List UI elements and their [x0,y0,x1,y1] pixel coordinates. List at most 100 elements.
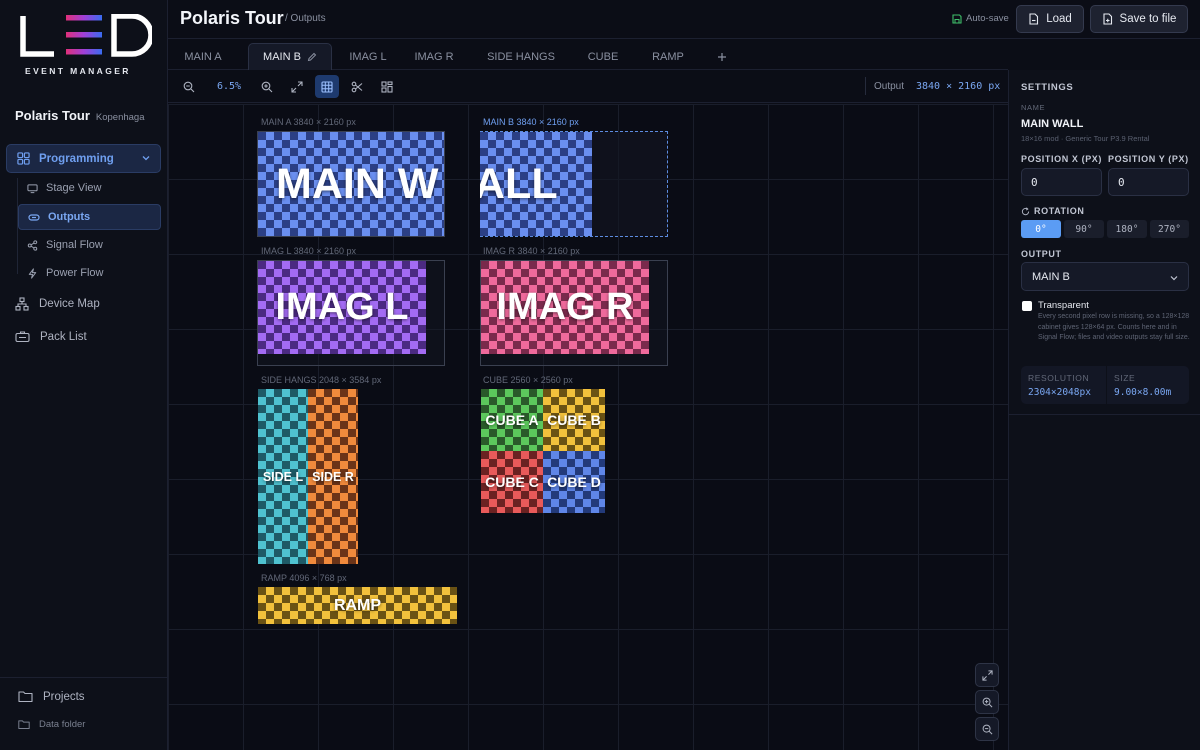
rotation-90-button[interactable]: 90° [1064,220,1104,238]
fit-view-button[interactable] [975,663,999,687]
rotation-270-button[interactable]: 270° [1150,220,1189,238]
breadcrumb: / Outputs [285,13,326,24]
share-icon [27,239,38,251]
signal-flow-label: Signal Flow [46,239,103,251]
zoom-in-button[interactable] [255,75,279,98]
slot-label-cube: CUBE 2560 × 2560 px [483,375,573,385]
slot-label-main-a: MAIN A 3840 × 2160 px [261,117,356,127]
network-icon [15,297,29,311]
outputs-label: Outputs [48,211,91,223]
output-canvas[interactable]: MAIN A 3840 × 2160 px MAIN B 3840 × 2160… [168,104,1008,750]
screen-cube-c[interactable]: CUBE C [481,451,543,513]
slot-label-imag-l: IMAG L 3840 × 2160 px [261,246,356,256]
sidebar-item-signal-flow[interactable]: Signal Flow [18,232,161,258]
screen-main-wall-left[interactable]: MAIN W [258,132,444,236]
logo-subtitle: EVENT MANAGER [25,66,131,76]
screen-label: IMAG R [496,286,634,328]
canvas-zoom-out-button[interactable] [975,717,999,741]
tab-side-hangs[interactable]: SIDE HANGS [472,43,570,70]
screen-label: MAIN W [276,159,439,208]
project-location: Kopenhaga [95,112,145,123]
sidebar-item-power-flow[interactable]: Power Flow [18,260,161,286]
slot-label-imag-r: IMAG R 3840 × 2160 px [483,246,580,256]
rotation-heading: ROTATION [1021,206,1084,216]
programming-label: Programming [39,152,114,165]
stats-divider [1106,366,1107,404]
slot-label-main-b: MAIN B 3840 × 2160 px [483,117,579,127]
load-button[interactable]: Load [1016,5,1084,33]
cut-tool-button[interactable] [345,75,369,98]
power-flow-label: Power Flow [46,267,104,279]
rotation-180-button[interactable]: 180° [1107,220,1147,238]
screen-imag-l[interactable]: IMAG L [258,261,426,354]
slot-label-ramp: RAMP 4096 × 768 px [261,573,347,583]
toolbar-separator [865,77,866,95]
fit-button[interactable] [285,75,309,98]
position-x-input[interactable]: 0 [1021,168,1102,196]
expand-icon [291,80,303,93]
zoom-level: 6.5% [217,81,242,92]
screen-cube-a[interactable]: CUBE A [481,389,543,451]
zoom-out-button[interactable] [177,75,201,98]
sidebar-item-data-folder[interactable]: Data folder [18,719,85,730]
screen-cube-b[interactable]: CUBE B [543,389,605,451]
screen-stats: RESOLUTION 2304×2048px SIZE 9.00×8.00m [1021,366,1189,404]
position-y-input[interactable]: 0 [1108,168,1189,196]
output-heading: OUTPUT [1021,249,1062,259]
screen-main-wall-right[interactable]: ALL [480,132,592,236]
sidebar-item-programming[interactable]: Programming [6,144,161,173]
screen-imag-r[interactable]: IMAG R [481,261,649,354]
tab-cube[interactable]: CUBE [573,43,633,70]
project-header: Polaris Tour Kopenhaga [15,108,145,123]
file-icon [1102,13,1112,25]
output-label: Output [874,81,905,92]
settings-panel: SETTINGS NAME MAIN WALL 18×16 mod · Gene… [1008,70,1200,750]
pencil-icon[interactable] [307,52,317,62]
device-map-label: Device Map [39,298,100,310]
position-y-label: POSITION Y (PX) [1108,154,1189,164]
save-to-file-button[interactable]: Save to file [1090,5,1188,33]
layout-tool-button[interactable] [375,75,399,98]
screen-ramp[interactable]: RAMP [258,587,457,624]
tab-main-a[interactable]: MAIN A [170,43,236,70]
screen-meta: 18×16 mod · Generic Tour P3.9 Rental [1021,134,1150,143]
sidebar-item-pack-list[interactable]: Pack List [15,330,87,344]
rotation-0-button[interactable]: 0° [1021,220,1061,238]
rotation-label: ROTATION [1034,206,1085,216]
screen-side-r[interactable]: SIDE R [308,389,358,564]
sidebar-item-outputs[interactable]: Outputs [18,204,161,230]
tab-ramp[interactable]: RAMP [638,43,698,70]
lightning-icon [28,267,37,279]
screen-label: RAMP [333,596,382,614]
sidebar-item-projects[interactable]: Projects [18,690,85,703]
tab-main-b[interactable]: MAIN B [248,43,332,70]
screen-label: SIDE R [312,469,354,484]
add-tab-button[interactable] [710,43,734,70]
transparent-checkbox[interactable] [1022,301,1032,311]
autosave-label: Auto-save [966,13,1009,24]
output-resolution: 3840 × 2160 px [916,81,1001,92]
screen-label: CUBE C [485,474,539,490]
resolution-value: 2304×2048px [1028,387,1091,398]
size-value: 9.00×8.00m [1114,387,1172,398]
transparent-label: Transparent [1038,300,1089,311]
folder-icon [18,691,33,703]
screen-side-l[interactable]: SIDE L [258,389,308,564]
screen-label: CUBE B [547,412,601,428]
tab-imag-l[interactable]: IMAG L [332,43,404,70]
save-disk-icon [952,13,962,24]
screen-label: SIDE L [262,469,304,484]
sidebar-item-stage-view[interactable]: Stage View [18,175,161,201]
expand-icon [981,669,993,681]
output-select[interactable]: MAIN B [1021,262,1189,291]
tab-imag-r[interactable]: IMAG R [402,43,466,70]
sidebar-item-device-map[interactable]: Device Map [15,297,100,311]
file-icon [1029,13,1039,25]
save-label: Save to file [1119,13,1177,25]
chevron-down-icon [1170,276,1178,281]
screen-cube-d[interactable]: CUBE D [543,451,605,513]
slot-label-side-hangs: SIDE HANGS 2048 × 3584 px [261,375,382,385]
zoom-out-icon [982,724,992,734]
canvas-zoom-in-button[interactable] [975,690,999,714]
grid-toggle-button[interactable] [315,75,339,98]
